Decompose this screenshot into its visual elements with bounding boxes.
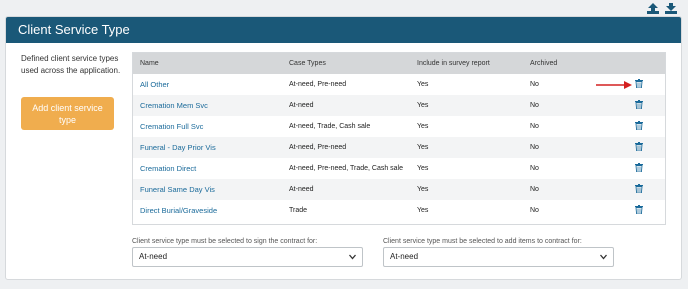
case-types-cell: At-need, Trade, Cash sale xyxy=(289,123,371,130)
actions-cell xyxy=(591,179,665,200)
trash-icon[interactable] xyxy=(635,205,643,214)
archived-cell: No xyxy=(530,165,539,172)
service-type-name-link[interactable]: Funeral Same Day Vis xyxy=(133,179,282,200)
client-service-type-panel: Client Service Type Defined client servi… xyxy=(5,16,682,280)
actions-cell xyxy=(591,95,665,116)
table-row: All Other At-need, Pre-need Yes No xyxy=(133,74,665,95)
trash-icon[interactable] xyxy=(635,163,643,172)
panel-title: Client Service Type xyxy=(6,17,681,43)
archived-cell: No xyxy=(530,102,539,109)
survey-cell: Yes xyxy=(417,123,429,130)
archived-cell: No xyxy=(530,186,539,193)
toolbar xyxy=(646,3,678,15)
column-header-name: Name xyxy=(140,60,159,67)
case-types-cell: Trade xyxy=(289,207,308,214)
add-client-service-type-button[interactable]: Add client service type xyxy=(21,97,114,130)
actions-cell xyxy=(591,200,665,221)
survey-cell: Yes xyxy=(417,165,429,172)
survey-cell: Yes xyxy=(417,144,429,151)
case-types-cell: At-need, Pre-need xyxy=(289,81,347,88)
chevron-down-icon xyxy=(349,254,356,260)
actions-cell xyxy=(591,137,665,158)
trash-icon[interactable] xyxy=(635,184,643,193)
case-types-cell: At-need xyxy=(289,102,314,109)
add-items-label: Client service type must be selected to … xyxy=(383,238,582,245)
actions-cell xyxy=(591,116,665,137)
service-type-name-link[interactable]: All Other xyxy=(133,74,282,95)
survey-cell: Yes xyxy=(417,81,429,88)
case-types-cell: At-need, Pre-need xyxy=(289,144,347,151)
survey-cell: Yes xyxy=(417,102,429,109)
column-header-archived: Archived xyxy=(530,60,558,67)
upload-icon[interactable] xyxy=(646,3,660,15)
case-types-cell: At-need xyxy=(289,186,314,193)
sign-contract-label: Client service type must be selected to … xyxy=(132,238,318,245)
client-service-type-table: Name Case Types Include in survey report… xyxy=(132,52,666,225)
service-type-name-link[interactable]: Cremation Mem Svc xyxy=(133,95,282,116)
case-types-cell: At-need, Pre-need, Trade, Cash sale xyxy=(289,165,404,172)
table-row: Cremation Direct At-need, Pre-need, Trade… xyxy=(133,158,665,179)
trash-icon[interactable] xyxy=(635,142,643,151)
trash-icon[interactable] xyxy=(635,100,643,109)
sign-contract-select[interactable]: At-need xyxy=(132,247,363,267)
table-row: Cremation Full Svc At-need, Trade, Cash s… xyxy=(133,116,665,137)
archived-cell: No xyxy=(530,123,539,130)
survey-cell: Yes xyxy=(417,186,429,193)
add-items-value: At-need xyxy=(390,252,419,261)
annotation-arrow xyxy=(596,81,632,89)
service-type-name-link[interactable]: Cremation Direct xyxy=(133,158,282,179)
archived-cell: No xyxy=(530,207,539,214)
download-icon[interactable] xyxy=(664,3,678,15)
actions-cell xyxy=(591,158,665,179)
table-row: Funeral - Day Prior Vis At-need, Pre-need… xyxy=(133,137,665,158)
service-type-name-link[interactable]: Funeral - Day Prior Vis xyxy=(133,137,282,158)
description-text: Defined client service types used across… xyxy=(21,54,121,75)
add-items-select[interactable]: At-need xyxy=(383,247,614,267)
trash-icon[interactable] xyxy=(635,79,643,88)
service-type-name-link[interactable]: Cremation Full Svc xyxy=(133,116,282,137)
table-header-row: Name Case Types Include in survey report… xyxy=(133,53,665,74)
column-header-case-types: Case Types xyxy=(289,60,326,67)
archived-cell: No xyxy=(530,144,539,151)
trash-icon[interactable] xyxy=(635,121,643,130)
table-row: Cremation Mem Svc At-need Yes No xyxy=(133,95,665,116)
table-row: Funeral Same Day Vis At-need Yes No xyxy=(133,179,665,200)
sign-contract-value: At-need xyxy=(139,252,168,261)
survey-cell: Yes xyxy=(417,207,429,214)
table-row: Direct Burial/Graveside Trade Yes No xyxy=(133,200,665,221)
archived-cell: No xyxy=(530,81,539,88)
service-type-name-link[interactable]: Direct Burial/Graveside xyxy=(133,200,282,221)
column-header-actions xyxy=(591,53,665,74)
column-header-survey: Include in survey report xyxy=(417,60,490,67)
chevron-down-icon xyxy=(600,254,607,260)
